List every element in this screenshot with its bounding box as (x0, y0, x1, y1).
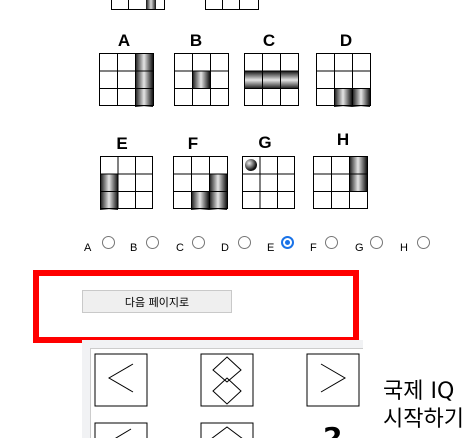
answer-label-d: D (221, 242, 229, 254)
answer-radio-f[interactable] (325, 236, 338, 249)
answer-radio-c[interactable] (192, 236, 205, 249)
answer-label-e: E (267, 242, 275, 254)
option-grid-b (174, 53, 229, 106)
answer-radio-d[interactable] (238, 236, 251, 249)
answer-label-f: F (310, 242, 317, 254)
option-letter-h: H (336, 130, 350, 149)
option-grid-g (242, 156, 295, 209)
option-grid-e (100, 156, 153, 210)
option-letter-d: D (339, 31, 353, 50)
answer-label-a: A (84, 242, 92, 254)
answer-label-g: G (355, 242, 364, 254)
option-grid-a (99, 53, 154, 107)
option-letter-c: C (262, 31, 276, 50)
next-page-button[interactable]: 다음 페이지로 (82, 290, 232, 313)
partial-grid-right (205, 0, 259, 10)
option-grid-d (316, 53, 371, 107)
answer-label-h: H (400, 242, 408, 254)
ad-title-line2: 시작하기 (383, 407, 464, 432)
option-grid-f (173, 156, 228, 210)
option-grid-h (313, 156, 368, 209)
answer-label-b: B (130, 242, 138, 254)
answer-radio-h[interactable] (417, 236, 430, 249)
option-letter-g: G (258, 133, 272, 152)
ad-puzzle-shapes: 2 (94, 353, 360, 438)
ad-title[interactable]: 국제 IQ 시작하기 (383, 378, 464, 434)
answer-radio-a[interactable] (102, 236, 115, 249)
ad-title-line1: 국제 IQ (383, 379, 455, 404)
option-grid-c (244, 53, 299, 106)
ad-number: 2 (323, 421, 342, 438)
option-letter-b: B (189, 31, 203, 50)
answer-radio-g[interactable] (370, 236, 383, 249)
answer-radio-b[interactable] (146, 236, 159, 249)
option-letter-a: A (117, 31, 131, 50)
answer-radio-e[interactable] (281, 236, 294, 249)
ad-image: 2 (90, 348, 364, 438)
option-letter-f: F (187, 134, 199, 153)
answer-label-c: C (176, 242, 184, 254)
option-letter-e: E (116, 134, 128, 153)
partial-grid-left (111, 0, 165, 10)
